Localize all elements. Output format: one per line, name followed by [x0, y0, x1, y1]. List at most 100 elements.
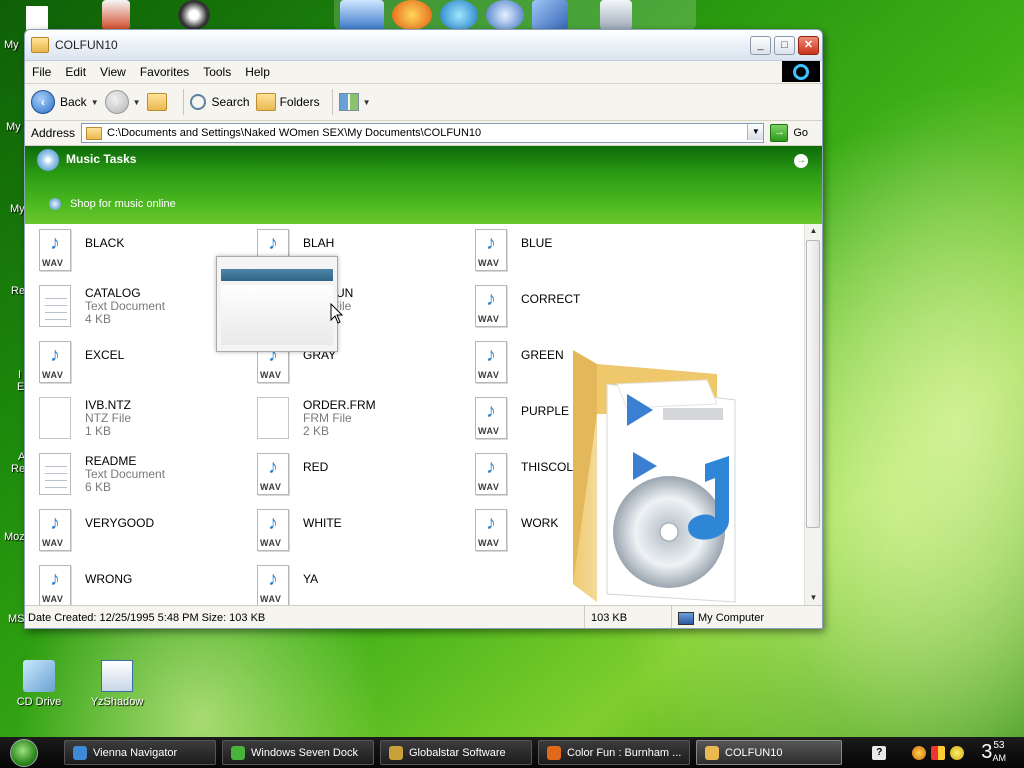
forward-button[interactable]: › ▼	[104, 90, 141, 114]
title-bar[interactable]: COLFUN10 _ □ ✕	[25, 30, 822, 61]
go-arrow-icon: →	[770, 124, 789, 142]
file-name: WORK	[521, 516, 559, 530]
file-name: CORRECT	[521, 292, 581, 306]
file-item[interactable]: ♪ WAV WRONG	[26, 564, 236, 605]
file-name: THISCOL	[521, 460, 574, 474]
taskbar-button-label: COLFUN10	[725, 746, 783, 759]
desktop-icon-cd-drive[interactable]: CD Drive	[4, 660, 74, 708]
wav-file-icon: ♪WAV	[475, 285, 507, 327]
wav-file-icon: ♪WAV	[475, 341, 507, 383]
desktop-label-4[interactable]: Re	[11, 285, 25, 297]
internet-explorer-icon[interactable]	[440, 0, 478, 30]
taskbar-button-windows-seven-dock[interactable]: Windows Seven Dock	[222, 740, 374, 765]
shield-tray-icon[interactable]	[912, 745, 927, 760]
chevron-down-icon[interactable]: ▼	[747, 124, 764, 140]
desktop-label-2[interactable]: My	[6, 121, 21, 133]
scroll-thumb[interactable]	[806, 240, 820, 528]
views-button[interactable]: ▼	[338, 93, 371, 111]
status-bar: Date Created: 12/25/1995 5:48 PM Size: 1…	[25, 605, 822, 628]
desktop-label-8[interactable]: Re	[11, 463, 25, 475]
file-size: 6 KB	[85, 480, 112, 494]
toolbar-separator	[331, 89, 333, 115]
minimize-button[interactable]: _	[750, 35, 771, 55]
file-item[interactable]: ♪ WAV WHITE	[244, 508, 454, 556]
globe-icon	[49, 198, 61, 210]
chevron-down-icon[interactable]: ▼	[91, 98, 99, 107]
folder-icon	[31, 37, 49, 53]
generic-file-icon	[257, 397, 289, 439]
file-item[interactable]: README Text Document 6 KB	[26, 452, 236, 500]
taskbar: Vienna Navigator Windows Seven Dock Glob…	[0, 737, 1024, 768]
wav-file-icon: ♪WAV	[475, 509, 507, 551]
file-name: BLUE	[521, 236, 553, 250]
badge-icon[interactable]	[178, 0, 210, 30]
file-item[interactable]: ♪ WAV YA	[244, 564, 454, 605]
file-item[interactable]: IVB.NTZ NTZ File 1 KB	[26, 396, 236, 444]
help-tray-icon[interactable]: ?	[872, 745, 887, 760]
firefox-icon[interactable]	[392, 0, 432, 30]
desktop-label-1[interactable]: My	[4, 39, 19, 51]
clock-ampm: AM	[992, 753, 1007, 763]
menu-favorites[interactable]: Favorites	[133, 65, 196, 79]
go-button[interactable]: → Go	[770, 124, 808, 142]
menu-tools[interactable]: Tools	[196, 65, 238, 79]
file-item[interactable]: CATALOG Text Document 4 KB	[26, 284, 236, 332]
recycle-bin-icon[interactable]	[600, 0, 632, 30]
expand-arrow-icon[interactable]: →	[794, 154, 808, 168]
file-item[interactable]: ♪ WAV VERYGOOD	[26, 508, 236, 556]
status-size: 103 KB	[585, 606, 672, 628]
menu-edit[interactable]: Edit	[58, 65, 93, 79]
file-item[interactable]: ♪ WAV BLACK	[26, 228, 236, 276]
file-item[interactable]: ♪ WAV CORRECT	[462, 284, 672, 332]
menu-help[interactable]: Help	[238, 65, 277, 79]
search-button[interactable]: Search	[189, 94, 250, 110]
taskbar-button-globalstar-software[interactable]: Globalstar Software	[380, 740, 532, 765]
media-player-icon[interactable]	[486, 0, 524, 30]
close-button[interactable]: ✕	[798, 35, 819, 55]
network-tray-icon[interactable]	[931, 745, 946, 760]
file-size: 4 KB	[85, 312, 112, 326]
taskbar-button-vienna-navigator[interactable]: Vienna Navigator	[64, 740, 216, 765]
file-item[interactable]: ♪ WAV BLUE	[462, 228, 672, 276]
desktop-label-9[interactable]: Moz	[4, 531, 25, 543]
desktop-label-5[interactable]: I	[18, 369, 21, 381]
chevron-down-icon[interactable]: ▼	[363, 98, 371, 107]
drag-preview-titlebar	[221, 269, 333, 281]
up-folder-button[interactable]	[146, 93, 171, 111]
desktop-icon-label: CD Drive	[16, 696, 62, 708]
cd-drive-icon	[23, 660, 55, 692]
file-item[interactable]: ♪ WAV RED	[244, 452, 454, 500]
maximize-button[interactable]: □	[774, 35, 795, 55]
shop-online-link[interactable]: Shop for music online	[49, 198, 176, 210]
folders-button[interactable]: Folders	[255, 93, 320, 111]
file-item[interactable]: ♪ WAV GREEN	[462, 340, 672, 388]
vertical-scrollbar[interactable]: ▲ ▼	[804, 224, 822, 605]
chevron-down-icon[interactable]: ▼	[133, 98, 141, 107]
file-item[interactable]: ♪ WAV PURPLE	[462, 396, 672, 444]
back-button[interactable]: ‹ Back ▼	[31, 90, 99, 114]
desktop-icon-yzshadow[interactable]: YzShadow	[82, 660, 152, 708]
music-tasks-title[interactable]: Music Tasks	[66, 152, 136, 166]
scroll-up-arrow-icon[interactable]: ▲	[805, 224, 822, 238]
file-name: VERYGOOD	[85, 516, 155, 530]
start-button[interactable]	[10, 738, 38, 767]
scroll-down-arrow-icon[interactable]: ▼	[805, 591, 822, 605]
file-item[interactable]: ♪ WAV WORK	[462, 508, 672, 556]
monitor-icon[interactable]	[340, 0, 384, 30]
thermometer-icon[interactable]	[102, 0, 130, 30]
clock[interactable]: 3 53 AM	[981, 741, 1018, 764]
file-item[interactable]: ♪ WAV EXCEL	[26, 340, 236, 388]
status-details: Date Created: 12/25/1995 5:48 PM Size: 1…	[25, 606, 585, 628]
taskbar-button-colfun10[interactable]: COLFUN10	[696, 740, 842, 765]
desktop-label-3[interactable]: My	[10, 203, 25, 215]
file-item[interactable]: ♪ WAV THISCOL	[462, 452, 672, 500]
taskbar-button-color-fun[interactable]: Color Fun : Burnham ...	[538, 740, 690, 765]
menu-file[interactable]: File	[25, 65, 58, 79]
update-tray-icon[interactable]	[950, 745, 965, 760]
document-icon[interactable]	[26, 6, 48, 30]
windows-icon[interactable]	[532, 0, 568, 30]
address-field[interactable]: C:\Documents and Settings\Naked WOmen SE…	[81, 123, 765, 143]
desktop-label-10[interactable]: MS	[8, 613, 25, 625]
menu-view[interactable]: View	[93, 65, 133, 79]
file-item[interactable]: ORDER.FRM FRM File 2 KB	[244, 396, 454, 444]
